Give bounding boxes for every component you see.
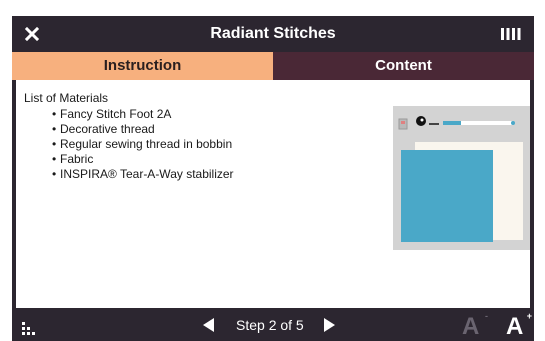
list-item-text: Fabric	[60, 152, 94, 166]
list-item: • INSPIRA® Tear-A-Way stabilizer	[52, 167, 234, 182]
next-step-button[interactable]	[318, 314, 340, 336]
tab-instruction[interactable]: Instruction	[12, 52, 273, 80]
font-smaller-glyph: A	[462, 313, 480, 340]
grid-menu-button[interactable]	[20, 316, 42, 338]
menu-bars-icon	[501, 28, 521, 40]
font-smaller-mark: -	[485, 311, 488, 321]
materials-list-title: List of Materials	[24, 91, 109, 105]
font-larger-glyph: A	[506, 313, 524, 340]
menu-button[interactable]	[496, 22, 526, 46]
tab-content[interactable]: Content	[273, 52, 534, 80]
app-window: Radiant Stitches Instruction Content Lis…	[12, 16, 534, 341]
title-bar: Radiant Stitches	[12, 16, 534, 52]
list-item-text: Decorative thread	[60, 122, 155, 136]
grid-dots-icon	[22, 322, 35, 335]
font-larger-mark: +	[526, 311, 532, 321]
list-item: • Fancy Stitch Foot 2A	[52, 107, 234, 122]
step-indicator: Step 2 of 5	[236, 316, 304, 333]
bullet: •	[52, 137, 57, 151]
list-item-text: Regular sewing thread in bobbin	[60, 137, 233, 151]
tab-bar: Instruction Content	[12, 52, 534, 80]
bullet: •	[52, 167, 57, 181]
triangle-right-icon	[323, 317, 335, 332]
list-item-text: Fancy Stitch Foot 2A	[60, 107, 172, 121]
window-title: Radiant Stitches	[210, 25, 336, 42]
instruction-panel: List of Materials • Fancy Stitch Foot 2A …	[12, 80, 534, 308]
list-item: • Regular sewing thread in bobbin	[52, 137, 234, 152]
instruction-illustration	[393, 106, 530, 250]
previous-step-button[interactable]	[198, 314, 220, 336]
list-item: • Decorative thread	[52, 122, 234, 137]
increase-font-button[interactable]: A +	[504, 310, 532, 340]
sewing-screen-illustration	[393, 106, 530, 250]
bullet: •	[52, 107, 57, 121]
list-item: • Fabric	[52, 152, 234, 167]
list-item-text: INSPIRA® Tear-A-Way stabilizer	[60, 167, 234, 181]
materials-list: • Fancy Stitch Foot 2A • Decorative thread…	[52, 107, 234, 182]
triangle-left-icon	[203, 317, 214, 332]
decrease-font-button[interactable]: A -	[460, 310, 488, 340]
bottom-bar: Step 2 of 5 A - A +	[12, 308, 534, 341]
bullet: •	[52, 152, 57, 166]
bullet: •	[52, 122, 57, 136]
step-navigation: Step 2 of 5	[198, 308, 340, 341]
